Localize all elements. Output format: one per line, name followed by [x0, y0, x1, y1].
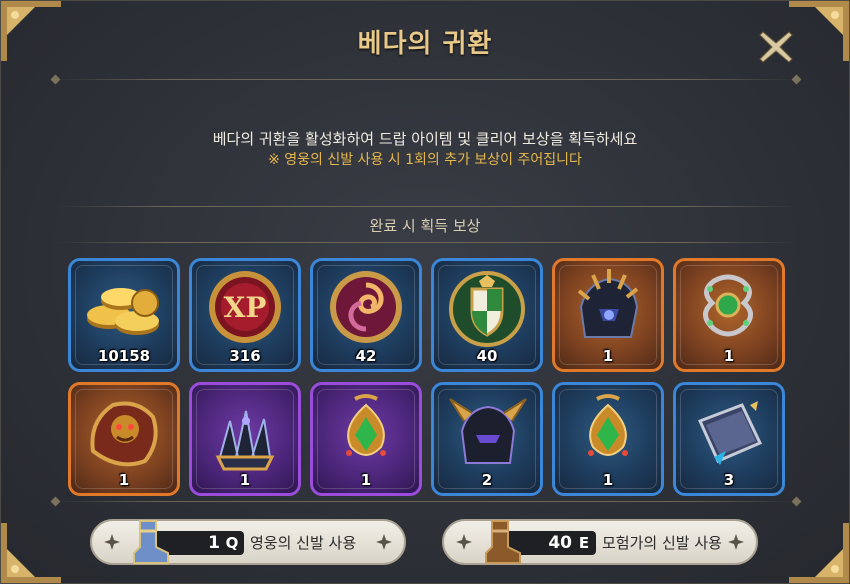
reward-quantity: 1 — [118, 471, 130, 489]
reward-quantity: 1 — [723, 347, 735, 365]
divider-gem — [791, 74, 802, 85]
close-icon — [759, 31, 793, 63]
adventurer-boots-button[interactable]: 40 E 모험가의 신발 사용 — [442, 519, 758, 565]
dialog-title: 베다의 귀환 — [357, 29, 493, 59]
sparkle-icon — [104, 534, 120, 550]
reward-slot[interactable]: XP 316 — [189, 258, 301, 372]
hotkey-e: E — [572, 531, 596, 555]
shield-crest-icon — [442, 267, 532, 351]
reward-slot[interactable]: 1 — [68, 382, 180, 496]
reward-slot[interactable]: 42 — [310, 258, 422, 372]
reward-quantity: 316 — [229, 347, 261, 365]
reward-grid: 10158 XP 316 42 40 1 1 1 1 1 2 1 3 — [68, 258, 785, 496]
hero-boots-label: 영웅의 신발 사용 — [250, 534, 357, 552]
hero-boots-button[interactable]: 1 Q 영웅의 신발 사용 — [90, 519, 406, 565]
reward-quantity: 3 — [723, 471, 735, 489]
reward-slot[interactable]: 1 — [552, 382, 664, 496]
spiked-helmet-icon — [563, 267, 653, 351]
corner-ornament — [1, 523, 61, 583]
divider-gem — [50, 74, 61, 85]
reward-slot[interactable]: 1 — [310, 382, 422, 496]
corner-ornament — [789, 523, 849, 583]
sparkle-icon — [456, 534, 472, 550]
section-label: 완료 시 획득 보상 — [369, 217, 481, 235]
lion-pauldron-icon — [79, 391, 169, 475]
reward-slot[interactable]: 1 — [552, 258, 664, 372]
hero-boots-icon — [128, 517, 172, 567]
spellbook-icon — [684, 391, 774, 475]
sparkle-icon — [376, 534, 392, 550]
reward-quantity: 1 — [602, 347, 614, 365]
reward-slot[interactable]: 1 — [673, 258, 785, 372]
divider-gem — [50, 496, 61, 507]
reward-quantity: 1 — [239, 471, 251, 489]
claw-gauntlet-icon — [200, 391, 290, 475]
hotkey-q: Q — [220, 531, 244, 555]
reward-slot[interactable]: 2 — [431, 382, 543, 496]
adventurer-boots-label: 모험가의 신발 사용 — [602, 534, 722, 552]
reward-quantity: 42 — [355, 347, 377, 365]
reward-quantity: 2 — [481, 471, 493, 489]
divider — [56, 501, 796, 502]
reward-quantity: 10158 — [97, 347, 151, 365]
xp-medal-icon: XP — [200, 267, 290, 351]
divider — [56, 206, 796, 207]
adventurer-boots-icon — [480, 517, 524, 567]
reward-quantity: 40 — [476, 347, 498, 365]
horned-helmet-icon — [442, 391, 532, 475]
reward-quantity: 1 — [602, 471, 614, 489]
divider-gem — [791, 496, 802, 507]
divider — [56, 242, 796, 243]
reward-quantity: 1 — [360, 471, 372, 489]
gold-coins-icon — [79, 267, 169, 351]
reward-slot[interactable]: 10158 — [68, 258, 180, 372]
swirl-rune-icon — [321, 267, 411, 351]
description-text: 베다의 귀환을 활성화하여 드랍 아이템 및 클리어 보상을 획득하세요 — [212, 130, 638, 148]
divider — [56, 79, 796, 80]
green-pendant-icon — [321, 391, 411, 475]
green-pendant-icon — [563, 391, 653, 475]
reward-slot[interactable]: 3 — [673, 382, 785, 496]
close-button[interactable] — [757, 28, 795, 66]
svg-text:XP: XP — [224, 291, 267, 324]
emerald-amulet-icon — [684, 267, 774, 351]
reward-slot[interactable]: 1 — [189, 382, 301, 496]
bonus-note: ※ 영웅의 신발 사용 시 1회의 추가 보상이 주어집니다 — [268, 152, 582, 168]
sparkle-icon — [728, 534, 744, 550]
dialog-panel: 베다의 귀환 베다의 귀환을 활성화하여 드랍 아이템 및 클리어 보상을 획득… — [0, 0, 850, 584]
reward-slot[interactable]: 40 — [431, 258, 543, 372]
